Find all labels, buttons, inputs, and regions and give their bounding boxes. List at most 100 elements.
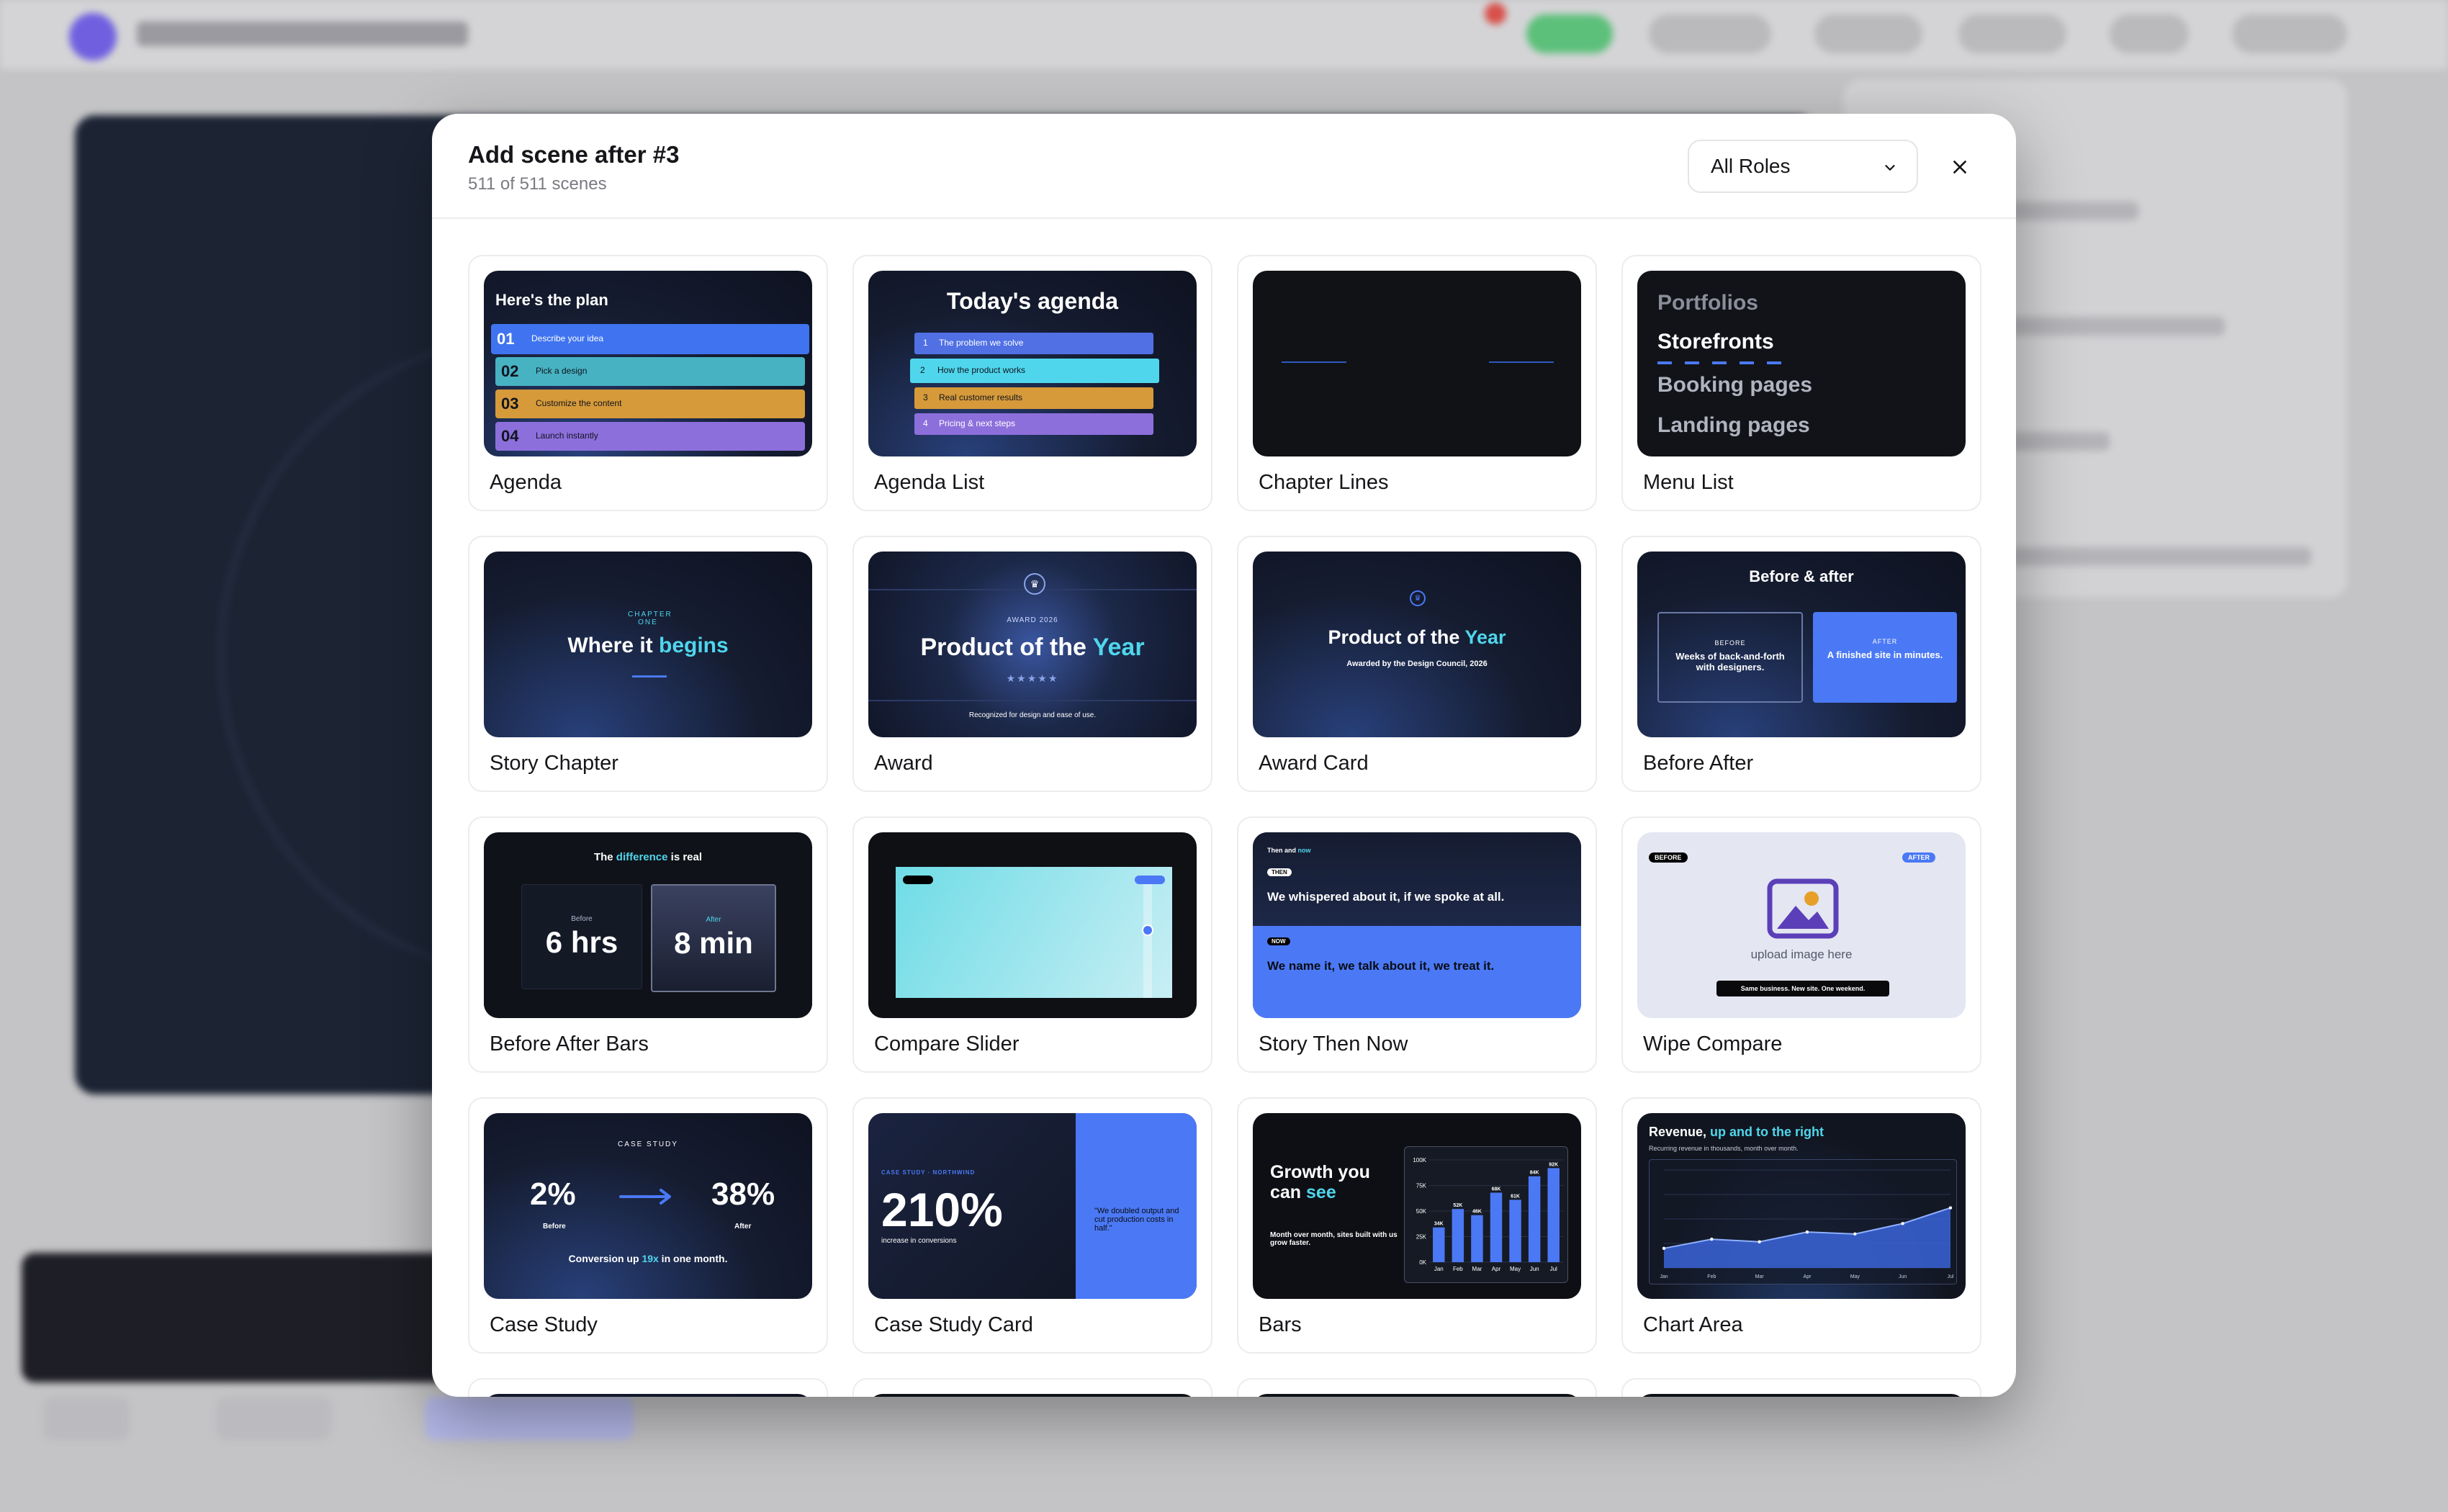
scene-card-award-card[interactable]: ♛ Product of the Year Awarded by the Des… [1237,536,1597,792]
before-tag: BEFORE [1649,852,1688,863]
data-point [1853,1232,1857,1236]
y-tick-label: 100K [1413,1157,1426,1164]
scene-card-award[interactable]: ♛ AWARD 2026 Product of the Year ★★★★★ R… [852,536,1212,792]
scene-preview: BEFORE AFTER upload image here Same busi… [1637,832,1966,1018]
data-point [1948,1206,1953,1210]
preview-item: 3 Real customer results [914,387,1153,409]
x-tick-label: May [1510,1266,1521,1272]
compare-tag [903,876,933,884]
scene-card-chart-area[interactable]: Revenue, up and to the right Recurring r… [1621,1097,1981,1354]
scene-card-compare-slider[interactable]: Compare Slider [852,816,1212,1073]
preview-caption: increase in conversions [881,1237,957,1245]
chevron-down-icon [1885,165,1895,171]
scene-card-case-study-card[interactable]: CASE STUDY · NORTHWIND 210% increase in … [852,1097,1212,1354]
data-point [1710,1237,1714,1241]
x-tick-label: Apr [1492,1266,1501,1272]
scene-card-label: Case Study Card [874,1313,1033,1336]
scene-preview: Portfolios Storefronts Booking pages Lan… [1637,271,1966,456]
scene-grid: Here's the plan 01 Describe your idea 02… [468,255,1981,1397]
preview-item: 03 Customize the content [495,390,805,418]
award-icon: ♛ [1024,573,1045,595]
menu-underline [1657,361,1794,364]
after-value: 38% [711,1176,775,1212]
scene-preview: CASE STUDY 2% Before 38% After Conversio… [484,1113,812,1299]
preview-item: 01 Describe your idea [491,324,809,354]
scene-card-story-then-now[interactable]: Then and now THEN We whispered about it,… [1237,816,1597,1073]
preview-kicker: AWARD 2026 [1007,616,1058,624]
scene-preview: Revenue, up and to the right Recurring r… [1637,1113,1966,1299]
scene-preview [1637,1394,1966,1397]
award-icon: ♛ [1410,590,1426,606]
bar [1509,1200,1521,1262]
scene-card-story-chapter[interactable]: CHAPTER ONE Where it begins Story Chapte… [468,536,828,792]
x-tick-label: Jun [1899,1274,1907,1279]
x-tick-label: Jun [1530,1266,1539,1272]
after-tag: AFTER [1902,852,1935,863]
area-chart: Jan Feb Mar Apr May Jun Jul [1660,1169,1954,1279]
scene-card-before-after-bars[interactable]: The difference is real Before 6 hrs Afte… [468,816,828,1073]
role-filter-select[interactable]: All Roles [1688,140,1918,193]
preview-caption: Same business. New site. One weekend. [1716,981,1889,996]
area-chart-frame: Jan Feb Mar Apr May Jun Jul [1649,1159,1957,1284]
scene-card-menu-list[interactable]: Portfolios Storefronts Booking pages Lan… [1621,255,1981,511]
headline-value: 210% [881,1183,1003,1236]
chapter-line [1282,361,1346,363]
scene-card-label: Story Then Now [1259,1032,1408,1056]
x-tick-label: May [1850,1274,1860,1279]
scene-preview: The difference is real Before 6 hrs Afte… [484,832,812,1018]
scene-card-before-after[interactable]: Before & after BEFORE Weeks of back-and-… [1621,536,1981,792]
scene-card-next[interactable] [468,1378,828,1397]
bar-value-label: 61K [1511,1194,1520,1199]
divider [632,675,667,678]
scene-preview: Here's the plan 01 Describe your idea 02… [484,271,812,456]
scene-preview [868,832,1197,1018]
preview-title: Revenue, up and to the right [1649,1125,1824,1139]
scene-card-case-study[interactable]: CASE STUDY 2% Before 38% After Conversio… [468,1097,828,1354]
close-button[interactable] [1940,147,1980,187]
preview-item: 02 Pick a design [495,357,805,386]
after-box: After 8 min [651,884,776,992]
menu-item: Landing pages [1657,413,1810,437]
background-tab [43,1397,130,1440]
scene-card-label: Award Card [1259,752,1369,775]
bar-value-label: 34K [1434,1222,1444,1227]
scene-card-label: Story Chapter [490,752,618,775]
bar [1452,1209,1464,1262]
scene-card-agenda-list[interactable]: Today's agenda 1 The problem we solve 2 Ho… [852,255,1212,511]
menu-item: Portfolios [1657,291,1758,315]
bar [1433,1227,1445,1262]
scene-card-label: Case Study [490,1313,598,1336]
preview-item: 4 Pricing & next steps [914,413,1153,435]
y-tick-label: 50K [1416,1208,1427,1215]
preview-title: Here's the plan [495,291,608,309]
background-pill [1814,14,1922,53]
y-tick-label: 25K [1416,1234,1427,1241]
scene-card-agenda[interactable]: Here's the plan 01 Describe your idea 02… [468,255,828,511]
dialog-title: Add scene after #3 [468,141,680,168]
before-box: BEFORE Weeks of back-and-forth with desi… [1657,612,1803,703]
scene-card-wipe-compare[interactable]: BEFORE AFTER upload image here Same busi… [1621,816,1981,1073]
scene-card-label: Award [874,752,933,775]
scene-card-next[interactable] [852,1378,1212,1397]
scene-card-next[interactable] [1621,1378,1981,1397]
scene-card-bars[interactable]: Growth you can see Month over month, sit… [1237,1097,1597,1354]
quote-panel: "We doubled output and cut production co… [1076,1113,1197,1299]
scene-card-next[interactable] [1237,1378,1597,1397]
x-tick-label: Jan [1434,1266,1444,1272]
bar-value-label: 84K [1530,1171,1539,1176]
bar-value-label: 46K [1472,1210,1482,1215]
scene-card-chapter-lines[interactable]: Chapter Lines [1237,255,1597,511]
preview-heading: Then and now [1267,847,1311,854]
scene-preview: CASE STUDY · NORTHWIND 210% increase in … [868,1113,1197,1299]
scene-preview: Today's agenda 1 The problem we solve 2 Ho… [868,271,1197,456]
before-value: 2% [530,1176,576,1212]
y-tick-label: 0K [1419,1259,1426,1266]
bars-chart: 0K 25K 50K 75K 100K 34K Jan 52K Feb 46K Mar 68K Apr 6… [1413,1157,1563,1272]
scene-card-label: Agenda List [874,471,985,494]
bar [1528,1176,1541,1262]
scene-preview [484,1394,812,1397]
bar [1547,1168,1560,1262]
scene-card-label: Menu List [1643,471,1734,494]
preview-kicker: CASE STUDY [618,1140,678,1148]
bar [1490,1192,1503,1262]
